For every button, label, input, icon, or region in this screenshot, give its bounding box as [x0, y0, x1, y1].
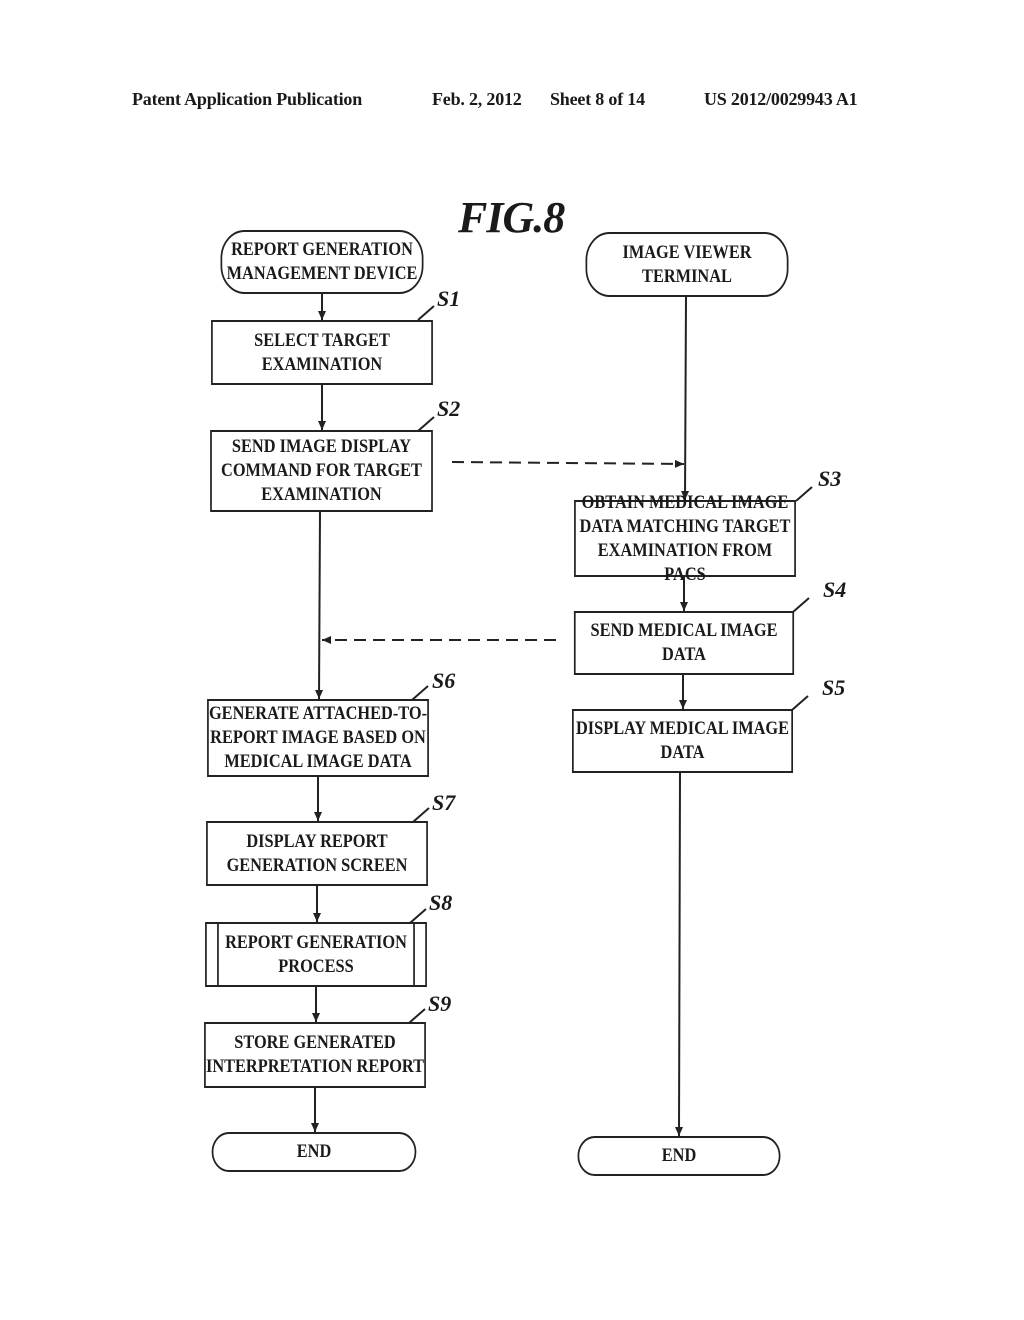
step-label-s6: S6: [432, 668, 456, 693]
step-s6-text: GENERATE ATTACHED-TO- REPORT IMAGE BASED…: [208, 703, 428, 772]
dashed-arrow-s2-to-terminal: [451, 459, 685, 468]
start-image-viewer-terminal: IMAGE VIEWER TERMINAL: [585, 232, 789, 297]
leader-s1: [417, 305, 435, 321]
end-terminal-right: END: [577, 1136, 781, 1176]
step-s4-text: SEND MEDICAL IMAGE DATA: [590, 620, 778, 665]
leader-s9: [408, 1008, 426, 1024]
step-s8-report-generation-process: REPORT GENERATION PROCESS: [205, 922, 427, 987]
step-s2-text: SEND IMAGE DISPLAY COMMAND FOR TARGET EX…: [221, 436, 422, 505]
step-s2-send-image-display-command: SEND IMAGE DISPLAY COMMAND FOR TARGET EX…: [210, 430, 433, 512]
step-s3-text: OBTAIN MEDICAL IMAGE DATA MATCHING TARGE…: [579, 491, 791, 585]
step-s1-text: SELECT TARGET EXAMINATION: [254, 329, 390, 375]
step-label-s1: S1: [437, 286, 461, 311]
step-label-s2: S2: [437, 396, 461, 421]
step-s5-text: DISPLAY MEDICAL IMAGE DATA: [575, 718, 790, 763]
step-label-s3: S3: [818, 466, 842, 491]
step-s9-store-interpretation-report: STORE GENERATED INTERPRETATION REPORT: [204, 1022, 426, 1088]
step-s7-display-report-generation-screen: DISPLAY REPORT GENERATION SCREEN: [206, 821, 428, 886]
step-s9-text: STORE GENERATED INTERPRETATION REPORT: [205, 1032, 425, 1077]
leader-s6: [411, 685, 429, 701]
terminal-label: IMAGE VIEWER TERMINAL: [622, 241, 752, 287]
step-label-s4: S4: [823, 577, 847, 602]
step-label-s5: S5: [822, 675, 846, 700]
arrow-s2-to-s6: [315, 511, 324, 700]
step-label-s8: S8: [429, 890, 453, 915]
step-s7-text: DISPLAY REPORT GENERATION SCREEN: [226, 830, 408, 876]
step-s6-generate-attached-image: GENERATE ATTACHED-TO- REPORT IMAGE BASED…: [207, 699, 429, 777]
leader-s3: [795, 486, 813, 502]
step-s1-select-target-examination: SELECT TARGET EXAMINATION: [211, 320, 433, 385]
end-terminal-left: END: [211, 1132, 417, 1172]
step-s8-text: REPORT GENERATION PROCESS: [225, 931, 407, 977]
step-s3-obtain-medical-image-data: OBTAIN MEDICAL IMAGE DATA MATCHING TARGE…: [574, 492, 796, 585]
leader-s8: [409, 908, 427, 924]
arrow-s5-to-end: [675, 772, 684, 1137]
leader-s4: [792, 597, 810, 613]
start-label: REPORT GENERATION MANAGEMENT DEVICE: [226, 239, 418, 284]
arrow-terminal-to-s3: [681, 296, 690, 501]
step-label-s9: S9: [428, 991, 452, 1016]
end-left-label: END: [296, 1141, 332, 1162]
step-label-s7: S7: [432, 790, 456, 815]
step-s5-display-medical-image-data: DISPLAY MEDICAL IMAGE DATA: [571, 709, 794, 773]
start-report-generation-management-device: REPORT GENERATION MANAGEMENT DEVICE: [220, 230, 424, 294]
leader-s2: [417, 416, 435, 432]
leader-s7: [412, 807, 430, 823]
leader-s5: [791, 695, 809, 711]
step-s4-send-medical-image-data: SEND MEDICAL IMAGE DATA: [573, 611, 795, 675]
flow-connectors: [311, 294, 813, 1137]
end-right-label: END: [661, 1145, 697, 1166]
